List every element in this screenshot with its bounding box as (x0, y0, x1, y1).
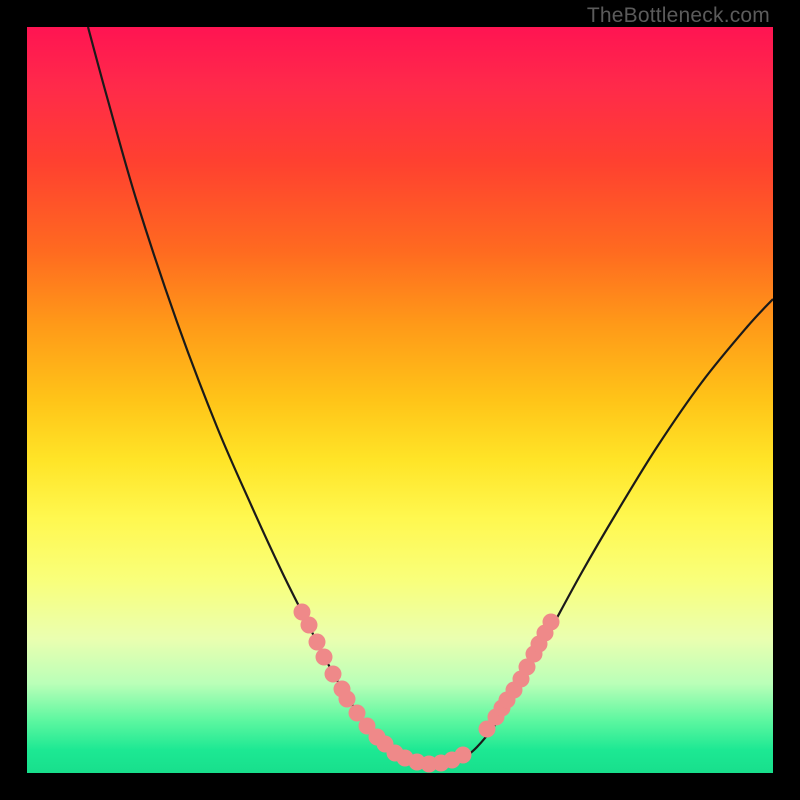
bottleneck-curve (88, 27, 773, 765)
data-marker (455, 747, 472, 764)
data-marker (309, 634, 326, 651)
data-marker (339, 691, 356, 708)
marker-cluster-right (479, 614, 560, 738)
data-marker (301, 617, 318, 634)
data-marker (543, 614, 560, 631)
data-marker (316, 649, 333, 666)
marker-cluster-left (294, 604, 386, 746)
chart-frame (27, 27, 773, 773)
data-marker (325, 666, 342, 683)
watermark: TheBottleneck.com (587, 4, 770, 28)
chart-svg (27, 27, 773, 773)
marker-cluster-bottom (377, 736, 472, 773)
